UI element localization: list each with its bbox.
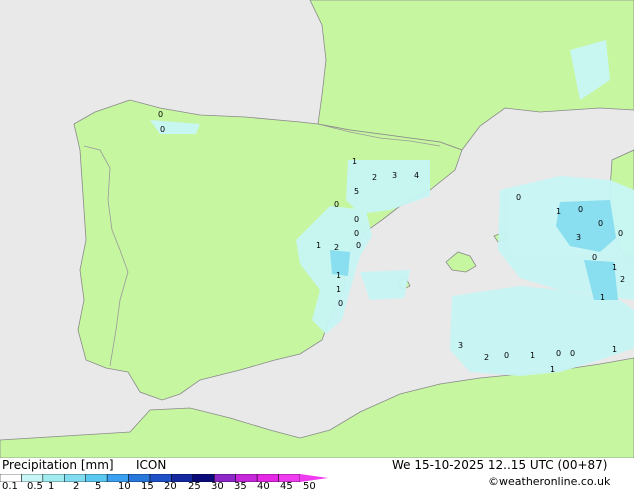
precip-value-label: 2 (334, 243, 339, 252)
forecast-datetime: We 15-10-2025 12..15 UTC (00+87) (392, 458, 608, 472)
precip-value-label: 0 (618, 229, 623, 238)
scale-tick-label: 35 (234, 481, 247, 492)
scale-tick-label: 2 (73, 481, 80, 492)
precip-value-label: 1 (352, 157, 357, 166)
precip-value-label: 0 (354, 229, 359, 238)
scale-tick-label: 0.5 (27, 481, 43, 492)
precip-value-label: 3 (458, 341, 463, 350)
scale-tick-label: 30 (211, 481, 224, 492)
precip-value-label: 4 (414, 171, 419, 180)
precip-value-label: 0 (338, 299, 343, 308)
precip-value-label: 0 (504, 351, 509, 360)
precip-value-label: 0 (334, 200, 339, 209)
precip-value-label: 1 (612, 345, 617, 354)
precip-value-label: 0 (356, 241, 361, 250)
scale-tick-label: 50 (303, 481, 316, 492)
precip-value-label: 1 (550, 365, 555, 374)
scale-tick-label: 40 (257, 481, 270, 492)
scale-tick-label: 20 (164, 481, 177, 492)
precip-value-label: 1 (530, 351, 535, 360)
precipitation-map: 0012 3 450001 2 0110132 0 1 0 0 101 00001213 (0, 0, 634, 458)
precip-value-label: 5 (354, 187, 359, 196)
model-name: ICON (136, 458, 167, 472)
precip-value-label: 0 (158, 110, 163, 119)
precip-value-label: 2 (372, 173, 377, 182)
precip-value-label: 3 (576, 233, 581, 242)
precip-value-label: 1 (612, 263, 617, 272)
precip-value-label: 2 (484, 353, 489, 362)
precip-value-label: 2 (620, 275, 625, 284)
precip-value-label: 0 (570, 349, 575, 358)
precip-value-label: 0 (556, 349, 561, 358)
precip-value-label: 3 (392, 171, 397, 180)
precip-value-label: 1 (316, 241, 321, 250)
precip-value-label: 0 (592, 253, 597, 262)
credit-link[interactable]: ©weatheronline.co.uk (488, 475, 610, 488)
precip-value-label: 1 (556, 207, 561, 216)
scale-tick-label: 45 (280, 481, 293, 492)
precip-value-label: 0 (354, 215, 359, 224)
precip-value-label: 0 (516, 193, 521, 202)
scale-tick-label: 5 (95, 481, 102, 492)
scale-tick-label: 25 (188, 481, 201, 492)
precip-value-label: 1 (600, 293, 605, 302)
scale-tick-label: 15 (141, 481, 154, 492)
scale-tick-label: 1 (48, 481, 55, 492)
precip-value-label: 0 (598, 219, 603, 228)
precip-value-label: 1 (336, 285, 341, 294)
scale-tick-label: 10 (118, 481, 131, 492)
legend-title: Precipitation [mm] (2, 458, 114, 472)
scale-tick-label: 0.1 (2, 481, 18, 492)
precip-value-label: 1 (336, 271, 341, 280)
precip-value-label: 0 (578, 205, 583, 214)
precip-value-label: 0 (160, 125, 165, 134)
